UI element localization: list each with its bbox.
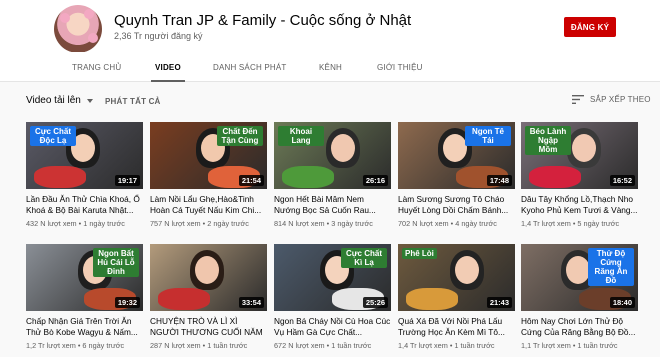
subscriber-count: 2,36 Tr người đăng ký: [114, 31, 203, 41]
play-all-button[interactable]: PHÁT TẤT CẢ: [105, 97, 161, 106]
video-title[interactable]: Làm Sương Sương Tô Cháo Huyết Lòng Dồi C…: [398, 194, 515, 215]
channel-tabs: TRANG CHỦ VIDEO DANH SÁCH PHÁT KÊNH GIỚI…: [0, 52, 660, 82]
thumbnail-food: [34, 166, 86, 188]
tab-channels[interactable]: KÊNH: [319, 52, 342, 82]
video-thumbnail[interactable]: Ngon Tê Tái 17:48: [398, 122, 515, 189]
thumbnail-person-face: [195, 256, 219, 284]
tab-videos[interactable]: VIDEO: [151, 52, 185, 82]
video-title[interactable]: Ngon Bá Cháy Nồi Cù Hoa Cúc Vụ Hầm Gà Cự…: [274, 316, 391, 337]
video-title[interactable]: Lần Đầu Ăn Thử Chìa Khoá, Ổ Khoá & Bộ Bà…: [26, 194, 143, 215]
video-metadata: 1,1 Tr lượt xem • 1 tuần trước: [521, 341, 618, 350]
tab-home[interactable]: TRANG CHỦ: [72, 52, 121, 82]
video-metadata: 287 N lượt xem • 1 tuần trước: [150, 341, 248, 350]
avatar-flower-decoration: [84, 9, 94, 19]
video-metadata: 757 N lượt xem • 2 ngày trước: [150, 219, 249, 228]
thumbnail-caption: Khoai Lang: [278, 126, 324, 146]
channel-avatar[interactable]: [54, 5, 102, 53]
video-duration-badge: 33:54: [238, 297, 264, 308]
thumbnail-caption: Cực Chất Độc Lạ: [30, 126, 76, 146]
video-title[interactable]: Hôm Nay Chơi Lớn Thử Độ Cứng Của Răng Bằ…: [521, 316, 638, 337]
subscribe-button[interactable]: ĐĂNG KÝ: [564, 17, 616, 37]
video-duration-badge: 17:48: [486, 175, 512, 186]
thumbnail-caption: Chất Đến Tận Cùng: [217, 126, 263, 146]
sort-by-label: SẮP XẾP THEO: [590, 95, 651, 104]
thumbnail-food: [529, 166, 581, 188]
thumbnail-caption: Phê Lòi: [402, 248, 437, 259]
video-thumbnail[interactable]: Thử Độ Cứng Răng Ăn Đồ 18:40: [521, 244, 638, 311]
sort-by-button[interactable]: SẮP XẾP THEO: [572, 95, 651, 104]
video-duration-badge: 16:52: [609, 175, 635, 186]
video-duration-badge: 19:17: [114, 175, 140, 186]
uploads-dropdown-label: Video tải lên: [26, 95, 81, 106]
video-metadata: 1,2 Tr lượt xem • 6 ngày trước: [26, 341, 125, 350]
video-card[interactable]: Cực Chất Kì Lạ 25:26 Ngon Bá Cháy Nồi Cù H…: [274, 244, 391, 350]
video-title[interactable]: CHUYỆN TRÒ VÀ LÌ XÌ NGƯỜI THƯƠNG CUỐI NĂ…: [150, 316, 267, 337]
video-card[interactable]: Béo Lành Ngập Mồm 16:52 Dâu Tây Khổng Lồ,T…: [521, 122, 638, 228]
video-duration-badge: 26:16: [362, 175, 388, 186]
channel-name: Quynh Tran JP & Family - Cuộc sống ở Nhậ…: [114, 12, 412, 29]
thumbnail-person-face: [455, 256, 479, 284]
video-duration-badge: 19:32: [114, 297, 140, 308]
thumbnail-caption: Ngon Tê Tái: [465, 126, 511, 146]
video-card[interactable]: Chất Đến Tận Cùng 21:54 Làm Nồi Lẩu Ghẹ,Hà…: [150, 122, 267, 228]
video-thumbnail[interactable]: Cực Chất Kì Lạ 25:26: [274, 244, 391, 311]
video-metadata: 672 N lượt xem • 1 tuần trước: [274, 341, 372, 350]
video-title[interactable]: Làm Nồi Lẩu Ghẹ,Hào&Tinh Hoàn Cá Tuyết N…: [150, 194, 267, 215]
video-card[interactable]: 33:54 CHUYỆN TRÒ VÀ LÌ XÌ NGƯỜI THƯƠNG CU…: [150, 244, 267, 350]
video-thumbnail[interactable]: Phê Lòi 21:43: [398, 244, 515, 311]
thumbnail-caption: Thử Độ Cứng Răng Ăn Đồ: [588, 248, 634, 286]
video-duration-badge: 25:26: [362, 297, 388, 308]
thumbnail-person-face: [572, 134, 596, 162]
tab-about[interactable]: GIỚI THIỆU: [377, 52, 423, 82]
sort-icon: [572, 95, 584, 104]
video-title[interactable]: Chấp Nhận Giá Trên Trời Ăn Thử Bò Kobe W…: [26, 316, 143, 337]
video-duration-badge: 21:54: [238, 175, 264, 186]
video-duration-badge: 21:43: [486, 297, 512, 308]
video-title[interactable]: Dâu Tây Khổng Lồ,Thạch Nho Kyoho Phủ Kem…: [521, 194, 638, 215]
thumbnail-food: [282, 166, 334, 188]
video-thumbnail[interactable]: Chất Đến Tận Cùng 21:54: [150, 122, 267, 189]
thumbnail-caption: Ngon Bất Hủ Cái Lỗ Đỉnh: [93, 248, 139, 277]
channel-header: Quynh Tran JP & Family - Cuộc sống ở Nhậ…: [0, 0, 660, 53]
thumbnail-food: [406, 288, 458, 310]
video-metadata: 1,4 Tr lượt xem • 5 ngày trước: [521, 219, 620, 228]
thumbnail-food: [158, 288, 210, 310]
thumbnail-person-face: [566, 256, 590, 284]
video-duration-badge: 18:40: [609, 297, 635, 308]
video-thumbnail[interactable]: Béo Lành Ngập Mồm 16:52: [521, 122, 638, 189]
video-metadata: 814 N lượt xem • 3 ngày trước: [274, 219, 373, 228]
caret-down-icon: [86, 98, 93, 103]
video-metadata: 702 N lượt xem • 4 ngày trước: [398, 219, 497, 228]
video-metadata: 432 N lượt xem • 1 ngày trước: [26, 219, 125, 228]
video-card[interactable]: Phê Lòi 21:43 Quá Xá Đã Với Nồi Phá Lấu Tr…: [398, 244, 515, 350]
video-thumbnail[interactable]: Cực Chất Độc Lạ 19:17: [26, 122, 143, 189]
uploads-dropdown[interactable]: Video tải lên: [26, 95, 93, 106]
video-card[interactable]: Ngon Tê Tái 17:48 Làm Sương Sương Tô Cháo …: [398, 122, 515, 228]
video-title[interactable]: Quá Xá Đã Với Nồi Phá Lấu Trường Học Ăn …: [398, 316, 515, 337]
video-card[interactable]: Thử Độ Cứng Răng Ăn Đồ 18:40 Hôm Nay Chơi …: [521, 244, 638, 350]
avatar-flower-decoration: [60, 13, 70, 23]
video-title[interactable]: Ngon Hết Bài Mâm Nem Nướng Bọc Sả Cuốn R…: [274, 194, 391, 215]
video-thumbnail[interactable]: Ngon Bất Hủ Cái Lỗ Đỉnh 19:32: [26, 244, 143, 311]
video-card[interactable]: Ngon Bất Hủ Cái Lỗ Đỉnh 19:32 Chấp Nhận Gi…: [26, 244, 143, 350]
video-thumbnail[interactable]: Khoai Lang 26:16: [274, 122, 391, 189]
tab-playlists[interactable]: DANH SÁCH PHÁT: [213, 52, 286, 82]
thumbnail-caption: Béo Lành Ngập Mồm: [525, 126, 571, 155]
video-card[interactable]: Khoai Lang 26:16 Ngon Hết Bài Mâm Nem Nướn…: [274, 122, 391, 228]
avatar-flower-decoration: [88, 33, 98, 43]
thumbnail-person-face: [331, 134, 355, 162]
thumbnail-caption: Cực Chất Kì Lạ: [341, 248, 387, 268]
video-thumbnail[interactable]: 33:54: [150, 244, 267, 311]
thumbnail-person-face: [443, 134, 467, 162]
video-card[interactable]: Cực Chất Độc Lạ 19:17 Lần Đầu Ăn Thử Chìa …: [26, 122, 143, 228]
video-metadata: 1,4 Tr lượt xem • 1 tuần trước: [398, 341, 495, 350]
